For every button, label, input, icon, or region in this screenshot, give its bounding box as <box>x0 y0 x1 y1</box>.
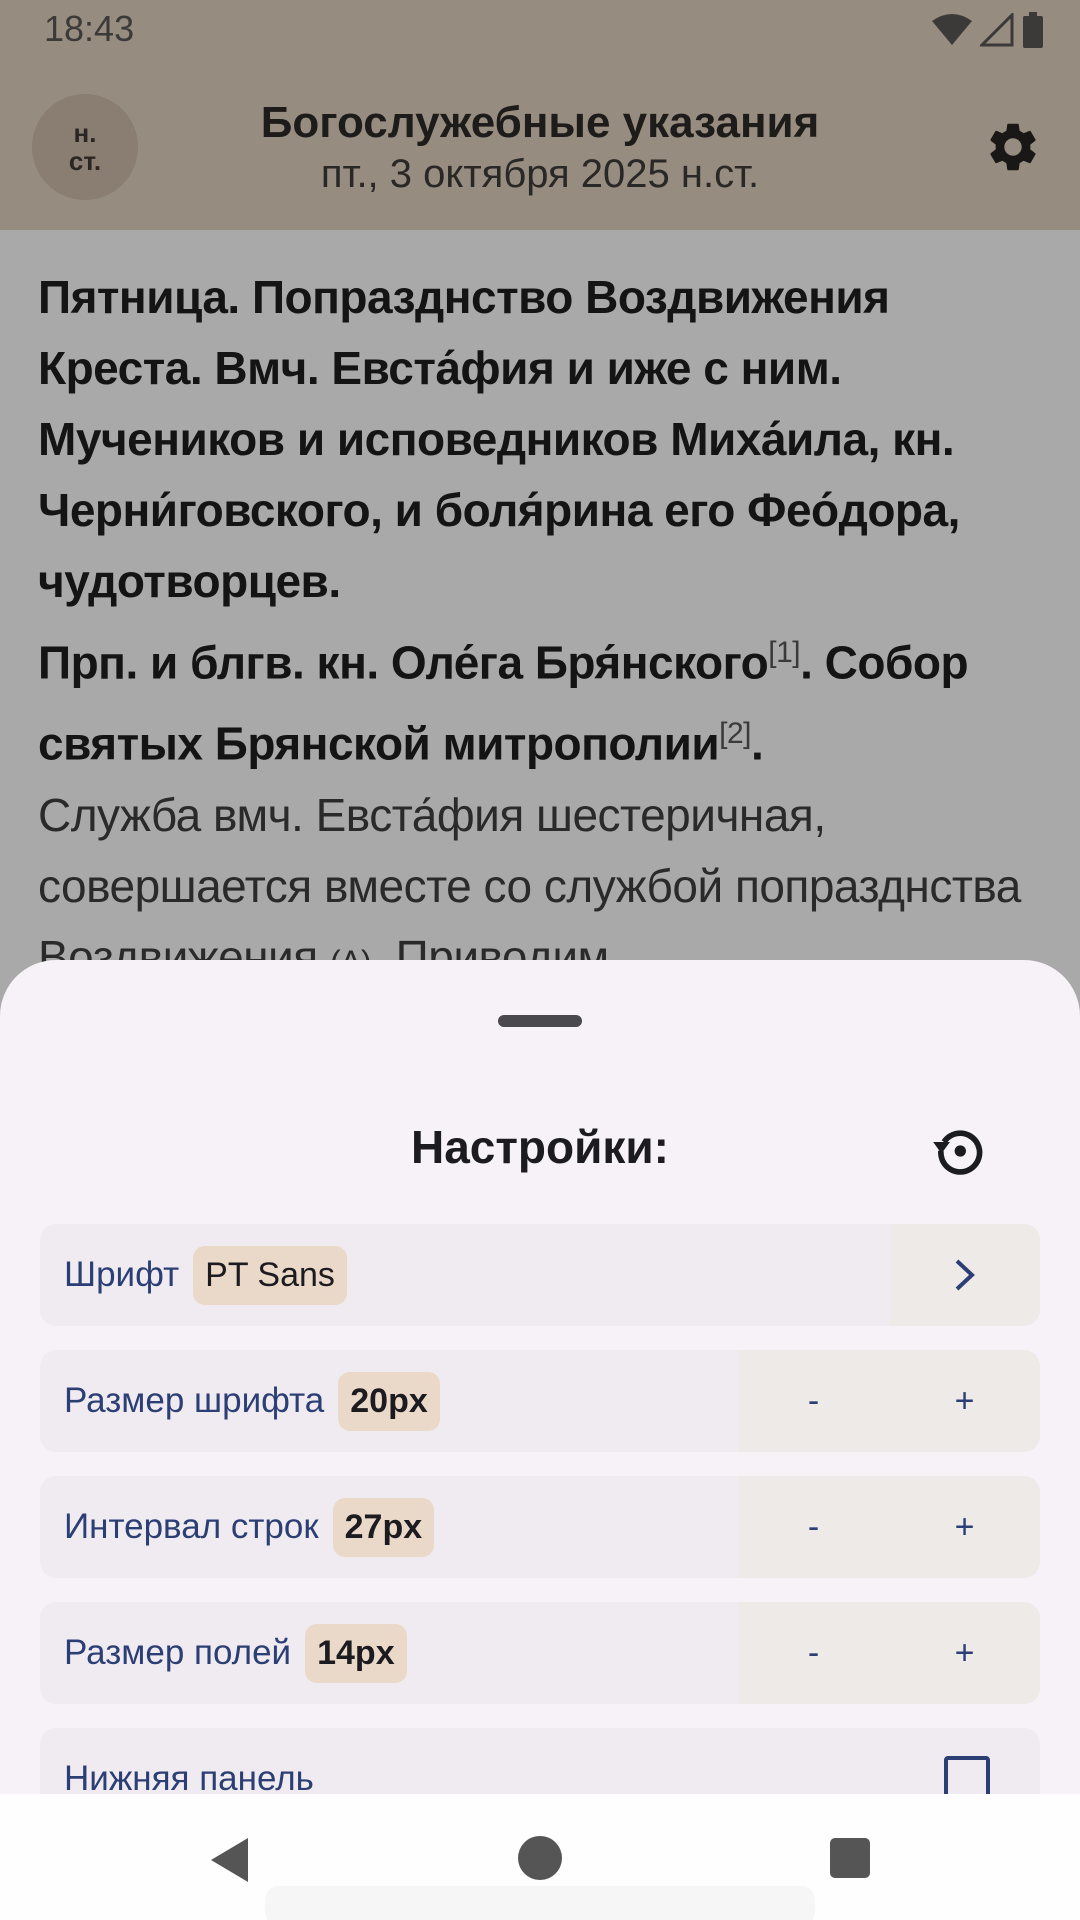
status-icons <box>932 12 1044 48</box>
signal-icon <box>980 13 1014 47</box>
settings-sheet: Настройки: Шрифт PT Sans Размер шрифта 2… <box>0 960 1080 1920</box>
margins-label: Размер полей <box>64 1633 292 1672</box>
page-date[interactable]: пт., 3 октября 2025 н.ст. <box>0 152 1080 197</box>
font-value-chip: PT Sans <box>193 1245 347 1305</box>
sheet-title: Настройки: <box>410 1121 669 1173</box>
recents-icon[interactable] <box>830 1838 870 1878</box>
margins-value-chip: 14px <box>305 1623 407 1683</box>
line-spacing-value-chip: 27px <box>332 1497 435 1557</box>
margins-label-group: Размер полей 14px <box>64 1602 407 1704</box>
drag-handle[interactable] <box>498 1015 582 1027</box>
line-spacing-stepper: - + <box>738 1476 1040 1578</box>
saint-name: Прп. и блгв. кн. Оле́га Бря́нского <box>38 636 769 689</box>
margins-increase-button[interactable]: + <box>889 1634 1040 1673</box>
font-size-decrease-button[interactable]: - <box>738 1382 889 1421</box>
font-label: Шрифт <box>64 1255 180 1294</box>
footnote-1[interactable]: [1] <box>768 636 800 669</box>
line-spacing-label: Интервал строк <box>64 1507 319 1546</box>
font-select-button[interactable] <box>890 1224 1040 1326</box>
service-text: Пятница. Попразднство Воздвижения Креста… <box>38 262 1048 998</box>
status-bar: 18:43 <box>0 0 1080 60</box>
home-icon[interactable] <box>518 1836 562 1880</box>
wifi-icon <box>932 14 972 45</box>
font-row[interactable]: Шрифт PT Sans <box>40 1224 1040 1326</box>
status-time: 18:43 <box>44 8 135 49</box>
font-size-increase-button[interactable]: + <box>889 1382 1040 1421</box>
margins-decrease-button[interactable]: - <box>738 1634 889 1673</box>
font-size-value-chip: 20px <box>338 1371 440 1431</box>
service-heading-2: Прп. и блгв. кн. Оле́га Бря́нского[1]. С… <box>38 617 1048 780</box>
service-heading: Пятница. Попразднство Воздвижения Креста… <box>38 271 960 607</box>
font-size-label: Размер шрифта <box>64 1381 325 1420</box>
line-spacing-decrease-button[interactable]: - <box>738 1508 889 1547</box>
line-spacing-increase-button[interactable]: + <box>889 1508 1040 1547</box>
app-bar: н. ст. Богослужебные указания пт., 3 окт… <box>0 60 1080 230</box>
bottom-panel-label: Нижняя панель <box>64 1759 314 1798</box>
footnote-2[interactable]: [2] <box>719 717 751 750</box>
nav-hint-bar <box>265 1886 815 1920</box>
font-size-stepper: - + <box>738 1350 1040 1452</box>
font-size-row: Размер шрифта 20px - + <box>40 1350 1040 1452</box>
period: . <box>751 717 764 770</box>
font-row-label-group: Шрифт PT Sans <box>64 1224 347 1326</box>
line-spacing-label-group: Интервал строк 27px <box>64 1476 435 1578</box>
battery-icon <box>1023 12 1043 48</box>
page-title: Богослужебные указания <box>260 98 820 147</box>
gear-icon[interactable] <box>984 118 1042 176</box>
margins-stepper: - + <box>738 1602 1040 1704</box>
reset-icon[interactable] <box>928 1120 990 1182</box>
margins-row: Размер полей 14px - + <box>40 1602 1040 1704</box>
font-size-label-group: Размер шрифта 20px <box>64 1350 440 1452</box>
back-icon[interactable] <box>208 1836 252 1884</box>
line-spacing-row: Интервал строк 27px - + <box>40 1476 1040 1578</box>
chevron-right-icon <box>955 1259 975 1291</box>
